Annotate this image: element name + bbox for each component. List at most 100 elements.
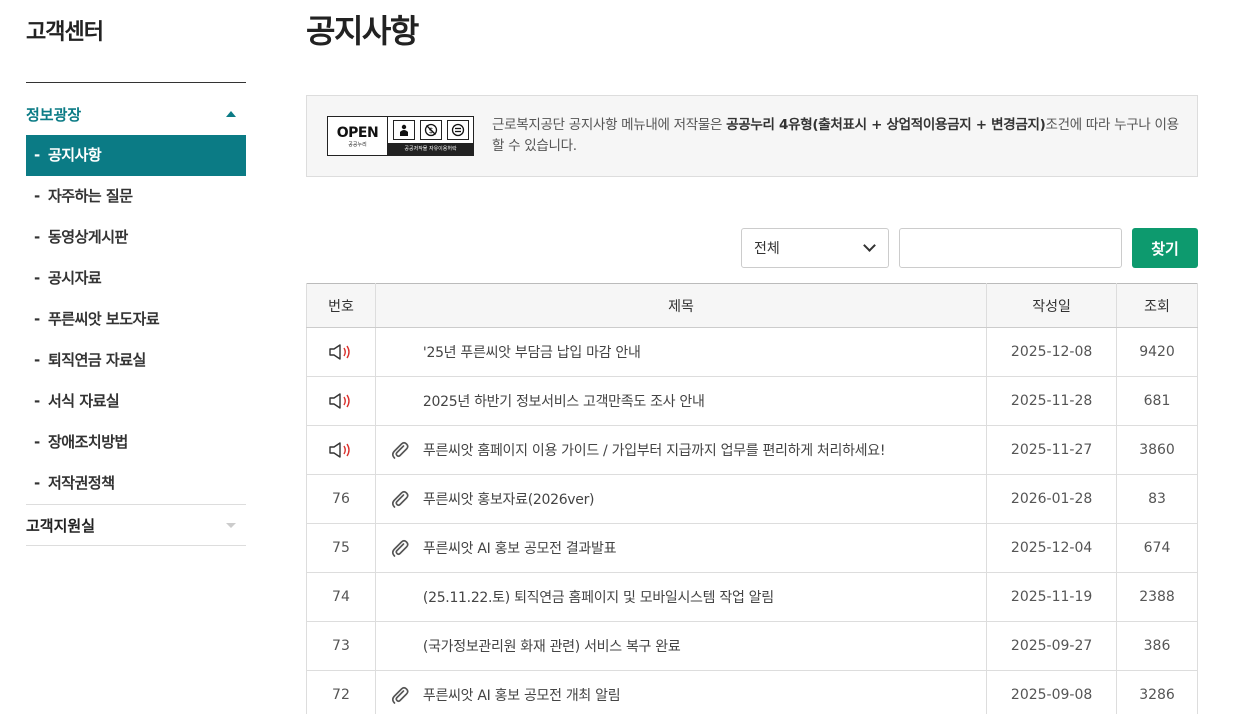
row-title-cell: 푸른씨앗 홍보자료(2026ver) <box>374 474 987 524</box>
speaker-icon <box>328 442 354 458</box>
table-row[interactable]: 73 (국가정보관리원 화재 관련) 서비스 복구 완료 2025-09-27 386 <box>306 621 1198 671</box>
row-date: 2025-09-27 <box>986 621 1117 671</box>
license-notice: OPEN 공공누리 $ 공공저작물 자유이용허락 근로복지공단 <box>306 95 1198 177</box>
row-views: 3860 <box>1116 425 1198 475</box>
row-views: 9420 <box>1116 327 1198 377</box>
row-views: 386 <box>1116 621 1198 671</box>
kogl-badge-bottom: 공공저작물 자유이용허락 <box>388 143 473 155</box>
table-row[interactable]: 74 (25.11.22.토) 퇴직연금 홈페이지 및 모바일시스템 작업 알림 2… <box>306 572 1198 622</box>
header-views: 조회 <box>1116 283 1198 328</box>
table-row[interactable]: 푸른씨앗 홈페이지 이용 가이드 / 가입부터 지급까지 업무를 편리하게 처리… <box>306 425 1198 475</box>
row-date: 2025-12-04 <box>986 523 1117 573</box>
row-title-cell: 푸른씨앗 AI 홍보 공모전 개최 알림 <box>374 670 987 714</box>
header-date: 작성일 <box>986 283 1117 328</box>
sidebar-section-info[interactable]: 정보광장 <box>26 83 246 141</box>
sidebar-menu: - 공지사항 - 자주하는 질문 - 동영상게시판 - 공시자료 - 푸른씨앗 보도자료 - 퇴직연금… <box>26 135 246 504</box>
row-title-link[interactable]: '25년 푸른씨앗 부담금 납입 마감 안내 <box>423 342 641 362</box>
row-title-cell: 푸른씨앗 AI 홍보 공모전 결과발표 <box>374 523 987 573</box>
row-date: 2025-11-19 <box>986 572 1117 622</box>
row-title-cell: 푸른씨앗 홈페이지 이용 가이드 / 가입부터 지급까지 업무를 편리하게 처리… <box>374 425 987 475</box>
speaker-icon <box>328 393 354 409</box>
sidebar-item-dash: - <box>34 146 40 164</box>
page-title: 공지사항 <box>306 12 419 50</box>
row-views: 83 <box>1116 474 1198 524</box>
sidebar-item[interactable]: - 푸른씨앗 보도자료 <box>26 299 246 340</box>
row-title-cell: (국가정보관리원 화재 관련) 서비스 복구 완료 <box>374 621 987 671</box>
row-number <box>306 425 376 475</box>
sidebar-item-label: 공시자료 <box>48 269 102 287</box>
sidebar-item-dash: - <box>34 351 40 369</box>
row-number: 75 <box>306 523 376 573</box>
paperclip-icon <box>390 440 423 460</box>
noncommercial-icon: $ <box>419 120 442 140</box>
speaker-icon <box>328 344 354 360</box>
sidebar-item[interactable]: - 저작권정책 <box>26 463 246 504</box>
kogl-badge-word: OPEN <box>336 124 379 141</box>
sidebar-item[interactable]: - 동영상게시판 <box>26 217 246 258</box>
chevron-down-icon <box>226 522 236 528</box>
sidebar-item-label: 서식 자료실 <box>48 392 120 410</box>
sidebar-item-label: 동영상게시판 <box>48 228 128 246</box>
search-input[interactable] <box>899 228 1122 268</box>
attribution-icon <box>392 120 415 140</box>
noderivatives-icon <box>446 120 469 140</box>
row-date: 2025-11-28 <box>986 376 1117 426</box>
search-category-select[interactable]: 전체 <box>741 228 889 268</box>
table-row[interactable]: 2025년 하반기 정보서비스 고객만족도 조사 안내 2025-11-28 681 <box>306 376 1198 426</box>
row-title-link[interactable]: (국가정보관리원 화재 관련) 서비스 복구 완료 <box>423 636 681 656</box>
sidebar-item[interactable]: - 공시자료 <box>26 258 246 299</box>
sidebar-title: 고객센터 <box>26 20 104 45</box>
search-button[interactable]: 찾기 <box>1132 228 1198 268</box>
row-date: 2025-12-08 <box>986 327 1117 377</box>
sidebar-item[interactable]: - 서식 자료실 <box>26 381 246 422</box>
sidebar-section-support[interactable]: 고객지원실 <box>26 504 246 546</box>
sidebar-item-dash: - <box>34 474 40 492</box>
row-title-link[interactable]: 2025년 하반기 정보서비스 고객만족도 조사 안내 <box>423 391 705 411</box>
header-no: 번호 <box>306 283 376 328</box>
sidebar-item-dash: - <box>34 392 40 410</box>
row-views: 681 <box>1116 376 1198 426</box>
row-number: 72 <box>306 670 376 714</box>
main-content: 공지사항 OPEN 공공누리 $ 공공저작물 자 <box>306 0 1198 714</box>
row-views: 3286 <box>1116 670 1198 714</box>
row-title-cell: 2025년 하반기 정보서비스 고객만족도 조사 안내 <box>374 376 987 426</box>
caret-up-icon <box>226 111 236 117</box>
kogl-badge-sub: 공공누리 <box>348 141 367 148</box>
row-date: 2025-11-27 <box>986 425 1117 475</box>
row-number: 74 <box>306 572 376 622</box>
header-title: 제목 <box>374 283 987 328</box>
sidebar-item[interactable]: - 자주하는 질문 <box>26 176 246 217</box>
table-row[interactable]: 72 푸른씨앗 AI 홍보 공모전 개최 알림 2025-09-08 3286 <box>306 670 1198 714</box>
paperclip-icon <box>390 538 423 558</box>
table-row[interactable]: '25년 푸른씨앗 부담금 납입 마감 안내 2025-12-08 9420 <box>306 327 1198 377</box>
sidebar-item-label: 자주하는 질문 <box>48 187 133 205</box>
row-title-link[interactable]: 푸른씨앗 AI 홍보 공모전 결과발표 <box>423 538 617 558</box>
chevron-down-icon <box>863 239 876 252</box>
search-bar: 전체 찾기 <box>306 228 1198 268</box>
row-views: 2388 <box>1116 572 1198 622</box>
sidebar-item-dash: - <box>34 187 40 205</box>
license-text: 근로복지공단 공지사항 메뉴내에 저작물은 공공누리 4유형(출처표시 + 상업… <box>492 117 1179 154</box>
row-title-link[interactable]: 푸른씨앗 AI 홍보 공모전 개최 알림 <box>423 685 621 705</box>
sidebar-item-dash: - <box>34 269 40 287</box>
sidebar-item[interactable]: - 장애조치방법 <box>26 422 246 463</box>
table-row[interactable]: 76 푸른씨앗 홍보자료(2026ver) 2026-01-28 83 <box>306 474 1198 524</box>
row-date: 2026-01-28 <box>986 474 1117 524</box>
sidebar-item-label: 푸른씨앗 보도자료 <box>48 310 160 328</box>
sidebar-section-support-label: 고객지원실 <box>26 516 96 535</box>
row-title-cell: (25.11.22.토) 퇴직연금 홈페이지 및 모바일시스템 작업 알림 <box>374 572 987 622</box>
notice-table: 번호 제목 작성일 조회 '25년 푸른씨앗 부담금 납입 마감 안내 2025-… <box>306 283 1198 714</box>
row-title-cell: '25년 푸른씨앗 부담금 납입 마감 안내 <box>374 327 987 377</box>
sidebar-item-label: 장애조치방법 <box>48 433 128 451</box>
sidebar-item-dash: - <box>34 310 40 328</box>
sidebar-item-dash: - <box>34 433 40 451</box>
row-title-link[interactable]: 푸른씨앗 홈페이지 이용 가이드 / 가입부터 지급까지 업무를 편리하게 처리… <box>423 440 886 460</box>
sidebar-item[interactable]: - 퇴직연금 자료실 <box>26 340 246 381</box>
row-title-link[interactable]: (25.11.22.토) 퇴직연금 홈페이지 및 모바일시스템 작업 알림 <box>423 587 774 607</box>
sidebar-item[interactable]: - 공지사항 <box>26 135 246 176</box>
sidebar-item-label: 공지사항 <box>48 146 102 164</box>
table-row[interactable]: 75 푸른씨앗 AI 홍보 공모전 결과발표 2025-12-04 674 <box>306 523 1198 573</box>
row-number: 73 <box>306 621 376 671</box>
row-number <box>306 327 376 377</box>
row-title-link[interactable]: 푸른씨앗 홍보자료(2026ver) <box>423 489 595 509</box>
